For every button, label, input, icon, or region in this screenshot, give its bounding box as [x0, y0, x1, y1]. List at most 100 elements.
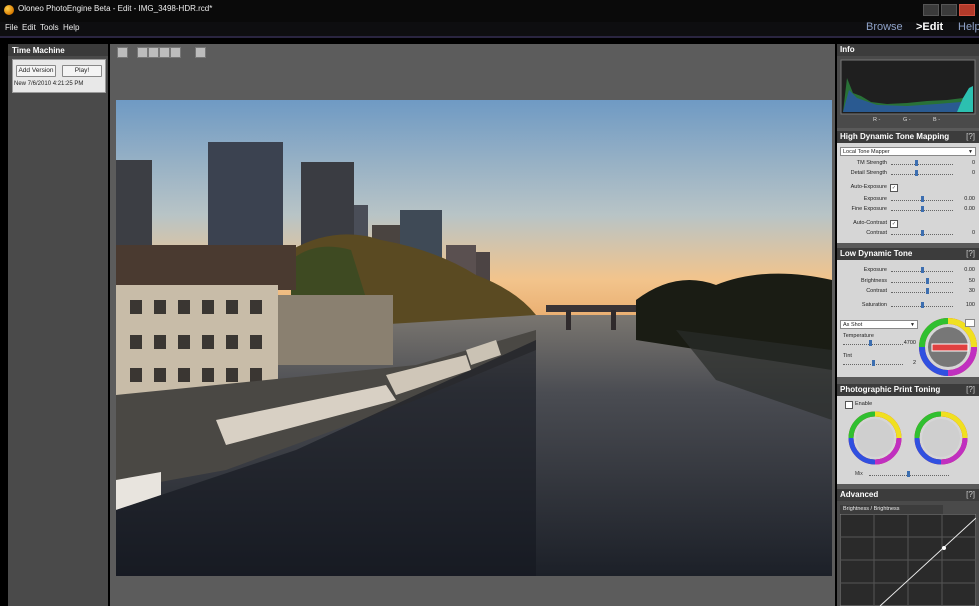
fine-exposure-value: 0.00: [964, 206, 975, 212]
slider-thumb[interactable]: [920, 302, 924, 308]
advanced-header: Advanced [?]: [837, 489, 979, 501]
mode-help[interactable]: Help: [958, 21, 979, 33]
detail-strength-slider[interactable]: [891, 170, 953, 176]
print-toning-panel: Enable Mix: [837, 396, 979, 484]
brightness-value: 50: [968, 278, 975, 284]
menu-file[interactable]: File: [5, 23, 18, 32]
mode-browse[interactable]: Browse: [866, 21, 903, 33]
advanced-title: Advanced: [840, 490, 879, 499]
slider-thumb[interactable]: [926, 278, 930, 284]
tint-label: Tint: [843, 353, 852, 359]
ldr-exposure-label: Exposure: [863, 267, 887, 273]
histogram-graph: [840, 59, 976, 115]
slider-thumb[interactable]: [920, 196, 924, 202]
fine-exposure-slider[interactable]: [891, 206, 953, 212]
play-button[interactable]: Play!: [62, 65, 102, 77]
zoom-icon[interactable]: [159, 47, 170, 58]
auto-contrast-label: Auto-Contrast: [853, 220, 887, 226]
white-balance-select[interactable]: As Shot ▼: [840, 320, 918, 329]
contrast-slider[interactable]: [891, 230, 953, 236]
ldr-contrast-label: Contrast: [866, 288, 887, 294]
tone-curve-graph[interactable]: [840, 514, 976, 606]
add-version-button[interactable]: Add Version: [16, 65, 56, 77]
slider-thumb[interactable]: [920, 267, 924, 273]
fine-exposure-label: Fine Exposure: [851, 206, 887, 212]
enable-label: Enable: [855, 401, 873, 407]
detail-strength-label: Detail Strength: [850, 170, 887, 176]
slider-thumb[interactable]: [907, 471, 910, 477]
slider-thumb[interactable]: [920, 206, 924, 212]
saturation-label: Saturation: [861, 302, 887, 308]
auto-exposure-checkbox[interactable]: ✓: [890, 184, 898, 192]
saturation-slider[interactable]: [891, 302, 953, 308]
hdr-help-button[interactable]: [?]: [966, 132, 975, 141]
tm-strength-slider[interactable]: [891, 160, 953, 166]
info-title: Info: [840, 45, 855, 54]
detail-strength-value: 0: [971, 170, 975, 176]
highlight-color-wheel[interactable]: [913, 410, 969, 466]
enable-checkbox[interactable]: [845, 401, 853, 409]
time-machine-title: Time Machine: [8, 44, 108, 56]
slider-thumb[interactable]: [868, 340, 872, 346]
maximize-button[interactable]: [941, 4, 957, 16]
slider-thumb[interactable]: [920, 230, 924, 236]
photo-preview[interactable]: [116, 100, 832, 576]
menu-tools[interactable]: Tools: [40, 23, 59, 32]
ldr-exposure-slider[interactable]: [891, 267, 953, 273]
version-entry[interactable]: New 7/6/2010 4:21:25 PM: [14, 81, 83, 87]
compare-icon[interactable]: [195, 47, 206, 58]
contrast-label: Contrast: [866, 230, 887, 236]
curve-tab[interactable]: Brightness / Brightness: [840, 505, 943, 514]
auto-contrast-checkbox[interactable]: ✓: [890, 220, 898, 228]
tint-value: 2: [912, 360, 916, 366]
info-header: Info: [837, 44, 979, 56]
tone-mapper-value: Local Tone Mapper: [843, 149, 890, 155]
exposure-value: 0.00: [964, 196, 975, 202]
chevron-down-icon: ▼: [910, 322, 915, 328]
tint-slider[interactable]: [843, 360, 903, 366]
color-swatch[interactable]: [965, 319, 975, 327]
ldr-title: Low Dynamic Tone: [840, 249, 913, 258]
window-controls: [923, 4, 975, 16]
ldr-exposure-value: 0.00: [964, 267, 975, 273]
hdr-panel: Local Tone Mapper ▼ TM Strength 0 Detail …: [837, 143, 979, 243]
close-button[interactable]: [959, 4, 975, 16]
zoom-icon[interactable]: [148, 47, 159, 58]
slider-thumb[interactable]: [914, 160, 918, 166]
minimize-button[interactable]: [923, 4, 939, 16]
slider-thumb[interactable]: [871, 360, 875, 366]
tone-mapper-select[interactable]: Local Tone Mapper ▼: [840, 147, 976, 156]
slider-thumb[interactable]: [914, 170, 918, 176]
menu-edit[interactable]: Edit: [22, 23, 36, 32]
exposure-slider[interactable]: [891, 196, 953, 202]
mix-slider[interactable]: [869, 471, 949, 477]
auto-exposure-label: Auto-Exposure: [850, 184, 887, 190]
hdr-header: High Dynamic Tone Mapping [?]: [837, 131, 979, 143]
contrast-value: 0: [971, 230, 975, 236]
brightness-slider[interactable]: [891, 278, 953, 284]
mode-edit[interactable]: >Edit: [916, 21, 943, 33]
menu-help[interactable]: Help: [63, 23, 79, 32]
advanced-panel: Brightness / Brightness: [837, 501, 979, 606]
zoom-icon[interactable]: [137, 47, 148, 58]
temperature-slider[interactable]: [843, 340, 903, 346]
saturation-value: 100: [965, 302, 975, 308]
print-toning-help-button[interactable]: [?]: [966, 385, 975, 394]
slider-thumb[interactable]: [926, 288, 930, 294]
ldr-help-button[interactable]: [?]: [966, 249, 975, 258]
histogram-b-label: B -: [933, 117, 941, 123]
advanced-help-button[interactable]: [?]: [966, 490, 975, 499]
mix-label: Mix: [855, 471, 863, 477]
print-toning-title: Photographic Print Toning: [840, 385, 941, 394]
exposure-label: Exposure: [863, 196, 887, 202]
menu-bar: File Edit Tools Help Browse >Edit Help: [0, 21, 979, 38]
zoom-icon[interactable]: [170, 47, 181, 58]
title-bar: Oloneo PhotoEngine Beta - Edit - IMG_349…: [0, 0, 979, 22]
fit-icon[interactable]: [117, 47, 128, 58]
shadow-color-wheel[interactable]: [847, 410, 903, 466]
ldr-contrast-slider[interactable]: [891, 288, 953, 294]
chevron-down-icon: ▼: [968, 149, 973, 155]
tm-strength-label: TM Strength: [856, 160, 887, 166]
histogram-g-label: G -: [903, 117, 911, 123]
brightness-label: Brightness: [861, 278, 887, 284]
